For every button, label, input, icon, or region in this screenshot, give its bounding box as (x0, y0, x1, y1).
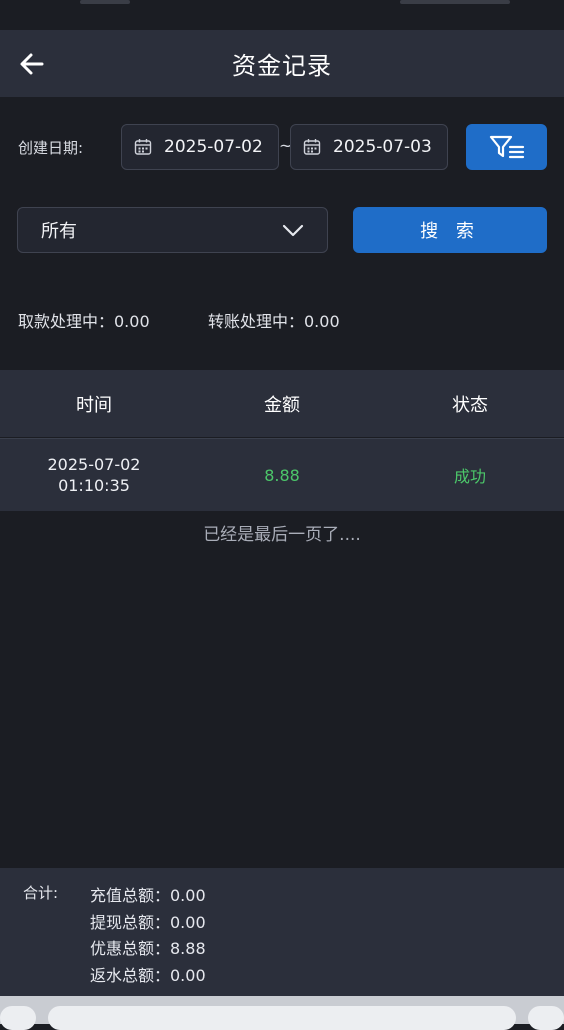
date-label: 创建日期: (18, 139, 84, 157)
type-select-value: 所有 (41, 221, 77, 242)
row-time-cell: 2025-07-02 01:10:35 (0, 454, 188, 496)
row-status: 成功 (453, 467, 486, 486)
end-date-value: 2025-07-03 (333, 137, 432, 157)
app-header: 资金记录 (0, 30, 564, 97)
calendar-icon (134, 139, 152, 155)
bonus-total: 优惠总额：8.88 (90, 939, 206, 958)
type-search-row: 所有 搜 索 (0, 207, 564, 253)
address-bar[interactable] (48, 1006, 516, 1030)
page-title: 资金记录 (232, 52, 332, 80)
start-date-value: 2025-07-02 (164, 137, 263, 157)
rebate-total: 返水总额：0.00 (90, 966, 206, 985)
browser-bottom-bar (0, 996, 564, 1030)
filter-icon (489, 135, 524, 159)
end-date-picker[interactable]: 2025-07-03 (290, 124, 448, 170)
start-date-picker[interactable]: 2025-07-02 (121, 124, 279, 170)
totals-label: 合计: (23, 884, 59, 902)
bottom-bar-button[interactable] (0, 1006, 36, 1030)
bottom-bar-button[interactable] (528, 1006, 564, 1030)
processing-summary: 取款处理中：0.00 转账处理中：0.00 (0, 308, 564, 332)
status-bar (0, 0, 564, 30)
row-amount: 8.88 (264, 465, 300, 485)
transfer-processing: 转账处理中：0.00 (208, 312, 340, 331)
row-time: 01:10:35 (58, 476, 130, 495)
row-date: 2025-07-02 (47, 455, 141, 474)
column-header-status: 状态 (452, 394, 488, 416)
calendar-icon (303, 139, 321, 155)
recharge-total: 充值总额：0.00 (90, 886, 206, 905)
filter-button[interactable] (466, 124, 547, 170)
arrow-left-icon (20, 53, 44, 75)
end-of-list-message: 已经是最后一页了.... (203, 525, 361, 545)
chevron-down-icon (282, 224, 304, 237)
status-bar-fragment (80, 0, 130, 4)
column-header-amount: 金额 (264, 394, 300, 416)
search-button[interactable]: 搜 索 (353, 207, 547, 253)
type-select[interactable]: 所有 (17, 207, 328, 253)
back-button[interactable] (14, 46, 50, 82)
table-row[interactable]: 2025-07-02 01:10:35 8.88 成功 (0, 438, 564, 511)
table-header: 时间 金额 状态 (0, 370, 564, 437)
withdraw-total: 提现总额：0.00 (90, 913, 206, 932)
totals-panel: 合计: 充值总额：0.00 提现总额：0.00 优惠总额：8.88 返水总额：0… (0, 868, 564, 996)
column-header-time: 时间 (76, 394, 112, 416)
withdraw-processing: 取款处理中：0.00 (18, 312, 150, 331)
date-filter-row: 创建日期: 2025-07-02 ~ 2025-07-03 (0, 124, 564, 170)
status-bar-fragment (400, 0, 510, 4)
